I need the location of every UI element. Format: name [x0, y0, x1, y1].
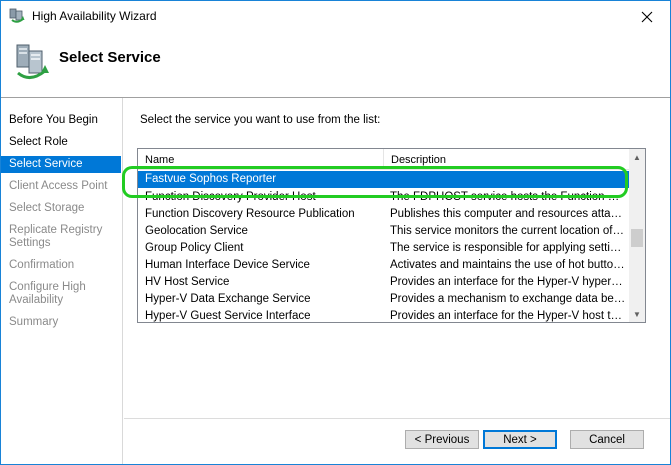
list-item[interactable]: Geolocation Service This service monitor…: [138, 223, 630, 240]
scroll-down-icon[interactable]: ▼: [629, 306, 645, 322]
cluster-wizard-icon: [14, 43, 50, 83]
service-description: The service is responsible for applying …: [390, 242, 626, 254]
cancel-button[interactable]: Cancel: [570, 430, 644, 449]
list-item[interactable]: Hyper-V Data Exchange Service Provides a…: [138, 291, 630, 308]
next-button[interactable]: Next >: [483, 430, 557, 449]
service-name: Function Discovery Resource Publication: [145, 208, 355, 220]
service-name: Function Discovery Provider Host: [145, 191, 316, 203]
wizard-steps-sidebar: Before You Begin Select Role Select Serv…: [1, 98, 123, 464]
service-list[interactable]: Name Description Fastvue Sophos Reporter…: [137, 148, 646, 323]
service-name: Hyper-V Guest Service Interface: [145, 310, 311, 322]
list-item[interactable]: Fastvue Sophos Reporter: [138, 171, 630, 188]
title-bar[interactable]: High Availability Wizard: [1, 1, 670, 32]
service-name: Geolocation Service: [145, 225, 248, 237]
service-description: Provides an interface for the Hyper-V hy…: [390, 276, 626, 288]
step-before-you-begin[interactable]: Before You Begin: [1, 114, 121, 127]
footer-divider: [124, 418, 670, 419]
step-select-service[interactable]: Select Service: [1, 156, 121, 173]
close-button[interactable]: [624, 1, 670, 32]
step-replicate-registry-settings: Replicate Registry Settings: [9, 224, 103, 249]
list-scrollbar[interactable]: ▲ ▼: [629, 149, 645, 322]
column-header-description[interactable]: Description: [384, 149, 630, 170]
list-item[interactable]: Human Interface Device Service Activates…: [138, 257, 630, 274]
step-confirmation: Confirmation: [9, 259, 75, 271]
wizard-window: High Availability Wizard Select Service …: [0, 0, 671, 465]
step-configure-high-availability: Configure High Availability: [9, 281, 86, 306]
scroll-thumb[interactable]: [631, 229, 643, 247]
list-item[interactable]: HV Host Service Provides an interface fo…: [138, 274, 630, 291]
step-client-access-point: Client Access Point: [9, 180, 108, 192]
scroll-up-icon[interactable]: ▲: [629, 149, 645, 165]
service-name: Group Policy Client: [145, 242, 244, 254]
service-description: Provides a mechanism to exchange data be…: [390, 293, 626, 305]
service-name: Human Interface Device Service: [145, 259, 310, 271]
list-item[interactable]: Function Discovery Resource Publication …: [138, 206, 630, 223]
list-item[interactable]: Function Discovery Provider Host The FDP…: [138, 189, 630, 206]
previous-button[interactable]: < Previous: [405, 430, 479, 449]
list-item[interactable]: Group Policy Client The service is respo…: [138, 240, 630, 257]
step-summary: Summary: [9, 316, 59, 328]
service-name: HV Host Service: [145, 276, 230, 288]
service-description: Publishes this computer and resources at…: [390, 208, 626, 220]
column-header-name[interactable]: Name: [138, 149, 384, 170]
service-description: Provides an interface for the Hyper-V ho…: [390, 310, 626, 322]
list-header: Name Description: [138, 149, 630, 170]
close-icon: [641, 11, 653, 22]
service-name: Fastvue Sophos Reporter: [145, 173, 277, 185]
service-name: Hyper-V Data Exchange Service: [145, 293, 311, 305]
list-item[interactable]: Hyper-V Guest Service Interface Provides…: [138, 308, 630, 322]
service-description: This service monitors the current locati…: [390, 225, 626, 237]
page-title: Select Service: [59, 49, 161, 66]
service-description: Activates and maintains the use of hot b…: [390, 259, 626, 271]
window-title: High Availability Wizard: [32, 9, 157, 23]
step-select-storage: Select Storage: [9, 202, 85, 214]
wizard-header: Select Service: [1, 32, 670, 97]
step-select-role[interactable]: Select Role: [1, 136, 121, 149]
cluster-app-icon: [9, 8, 25, 24]
wizard-content: Select the service you want to use from …: [124, 98, 670, 464]
instruction-text: Select the service you want to use from …: [140, 114, 381, 126]
service-description: The FDPHOST service hosts the Function D…: [390, 191, 626, 203]
